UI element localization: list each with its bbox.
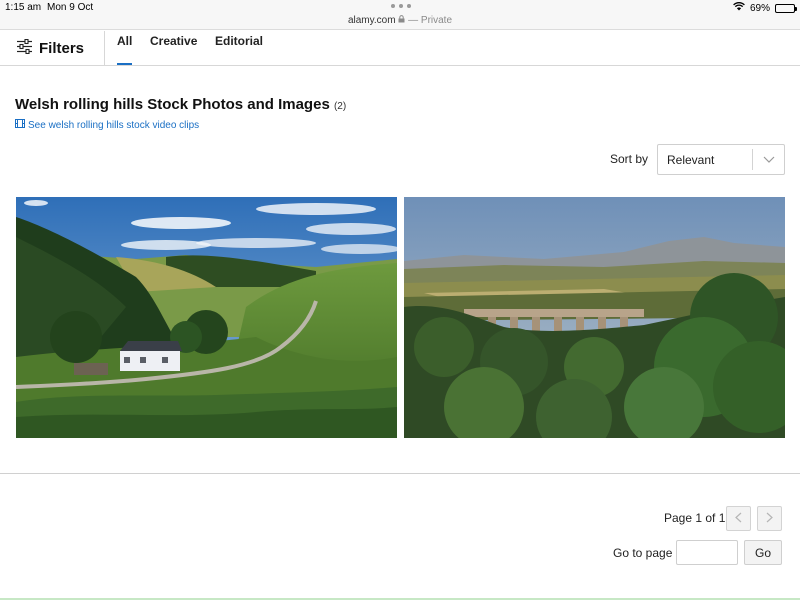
- status-bar: 1:15 am Mon 9 Oct alamy.com — Private 69…: [0, 0, 800, 30]
- wifi-icon: [733, 2, 745, 14]
- video-clips-link-text: See welsh rolling hills stock video clip…: [28, 119, 200, 131]
- next-page-button[interactable]: [757, 506, 782, 531]
- result-image-2[interactable]: [404, 197, 785, 438]
- lock-icon: [398, 15, 408, 26]
- chevron-left-icon: [735, 510, 742, 528]
- page-title: Welsh rolling hills Stock Photos and Ima…: [15, 96, 346, 113]
- filters-button[interactable]: Filters: [0, 31, 105, 66]
- video-clips-link[interactable]: See welsh rolling hills stock video clip…: [15, 119, 199, 131]
- address-bar[interactable]: alamy.com — Private: [0, 15, 800, 26]
- chevron-down-icon: [753, 156, 784, 163]
- battery-percent: 69%: [749, 2, 770, 14]
- tab-all[interactable]: All: [117, 31, 133, 66]
- previous-page-button[interactable]: [726, 506, 751, 531]
- sliders-icon: [16, 38, 33, 59]
- status-time: 1:15 am: [5, 2, 42, 13]
- chevron-right-icon: [766, 510, 773, 528]
- page-title-text: Welsh rolling hills Stock Photos and Ima…: [15, 96, 330, 113]
- tab-creative[interactable]: Creative: [150, 31, 197, 66]
- battery-icon: [775, 3, 797, 13]
- url-text: alamy.com: [347, 15, 396, 26]
- sort-select[interactable]: Relevant: [657, 144, 785, 175]
- private-label: — Private: [408, 15, 453, 26]
- go-button[interactable]: Go: [744, 540, 782, 565]
- film-icon: [15, 119, 25, 131]
- sort-selected-value: Relevant: [667, 152, 715, 167]
- valley-cottage-photo: [16, 197, 397, 438]
- status-indicators: 69%: [733, 2, 797, 14]
- page-info: Page 1 of 1: [664, 511, 726, 525]
- section-divider: [0, 473, 800, 474]
- viaduct-photo: [404, 197, 785, 438]
- filters-label: Filters: [39, 40, 85, 57]
- goto-page-input[interactable]: [676, 540, 738, 565]
- tab-editorial[interactable]: Editorial: [215, 31, 263, 66]
- filter-bar: Filters All Creative Editorial: [0, 31, 800, 66]
- result-count: (2): [333, 101, 347, 112]
- sort-label: Sort by: [610, 152, 649, 166]
- result-image-1[interactable]: [16, 197, 397, 438]
- goto-page-label: Go to page: [613, 546, 673, 560]
- status-date: Mon 9 Oct: [47, 2, 94, 13]
- multitasking-dots-icon[interactable]: [391, 4, 411, 10]
